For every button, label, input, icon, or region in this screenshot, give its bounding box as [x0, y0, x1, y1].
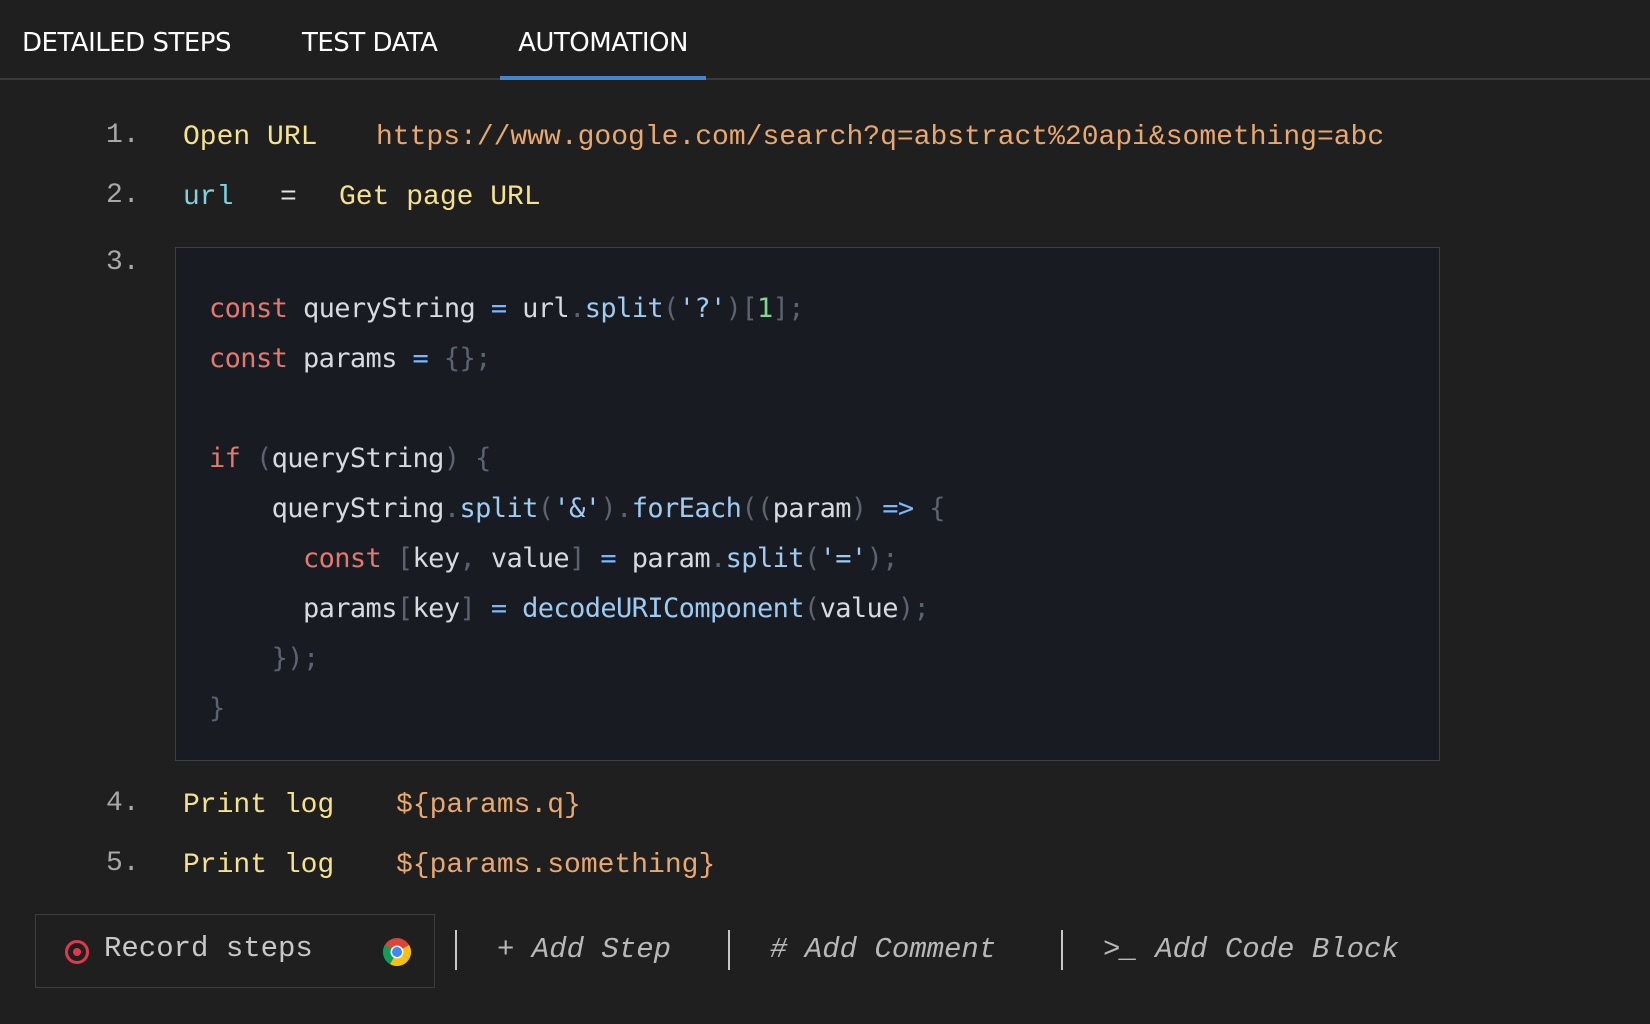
code-line: params[key] = decodeURIComponent(value); [302, 593, 930, 624]
step-number: 2. [106, 180, 140, 211]
step-value: ${params.something} [396, 850, 716, 881]
code-line: queryString.split('&').forEach((param) =… [271, 493, 946, 524]
code-content[interactable]: const queryString = url.split('?')[1]; co… [209, 284, 945, 734]
step-action: Open URL [183, 122, 318, 153]
toolbar-divider [1061, 930, 1063, 970]
record-steps-label: Record steps [104, 932, 313, 965]
code-line: const params = {}; [209, 343, 491, 374]
code-block-editor[interactable]: const queryString = url.split('?')[1]; co… [175, 247, 1440, 761]
step-number: 3. [106, 247, 140, 278]
add-step-button[interactable]: + Add Step [497, 930, 671, 970]
chrome-icon[interactable] [382, 937, 412, 967]
code-line: const [key, value] = param.split('='); [302, 543, 899, 574]
step-action: Print log [183, 850, 335, 881]
record-steps-button[interactable]: Record steps [35, 914, 435, 988]
record-icon [65, 940, 89, 964]
step-variable: url [183, 182, 234, 213]
code-line: const queryString = url.split('?')[1]; [209, 293, 805, 324]
toolbar-divider [455, 930, 457, 970]
tab-test-data[interactable]: TEST DATA [302, 28, 438, 78]
step-action: Print log [183, 790, 335, 821]
add-code-block-button[interactable]: >_ Add Code Block [1103, 930, 1399, 970]
tab-automation[interactable]: AUTOMATION [500, 28, 706, 80]
code-line: } [209, 693, 225, 724]
step-number: 4. [106, 788, 140, 819]
step-assign: = [280, 182, 297, 213]
step-value: ${params.q} [396, 790, 581, 821]
step-number: 1. [106, 120, 140, 151]
tab-bar: DETAILED STEPS TEST DATA AUTOMATION [0, 0, 1650, 80]
tab-detailed-steps[interactable]: DETAILED STEPS [22, 28, 231, 78]
toolbar-divider [728, 930, 730, 970]
step-number: 5. [106, 848, 140, 879]
code-line: }); [271, 643, 320, 674]
code-line: if (queryString) { [209, 443, 491, 474]
step-action: Get page URL [339, 182, 541, 213]
add-comment-button[interactable]: # Add Comment [770, 930, 996, 970]
step-value-url: https://www.google.com/search?q=abstract… [376, 122, 1385, 153]
